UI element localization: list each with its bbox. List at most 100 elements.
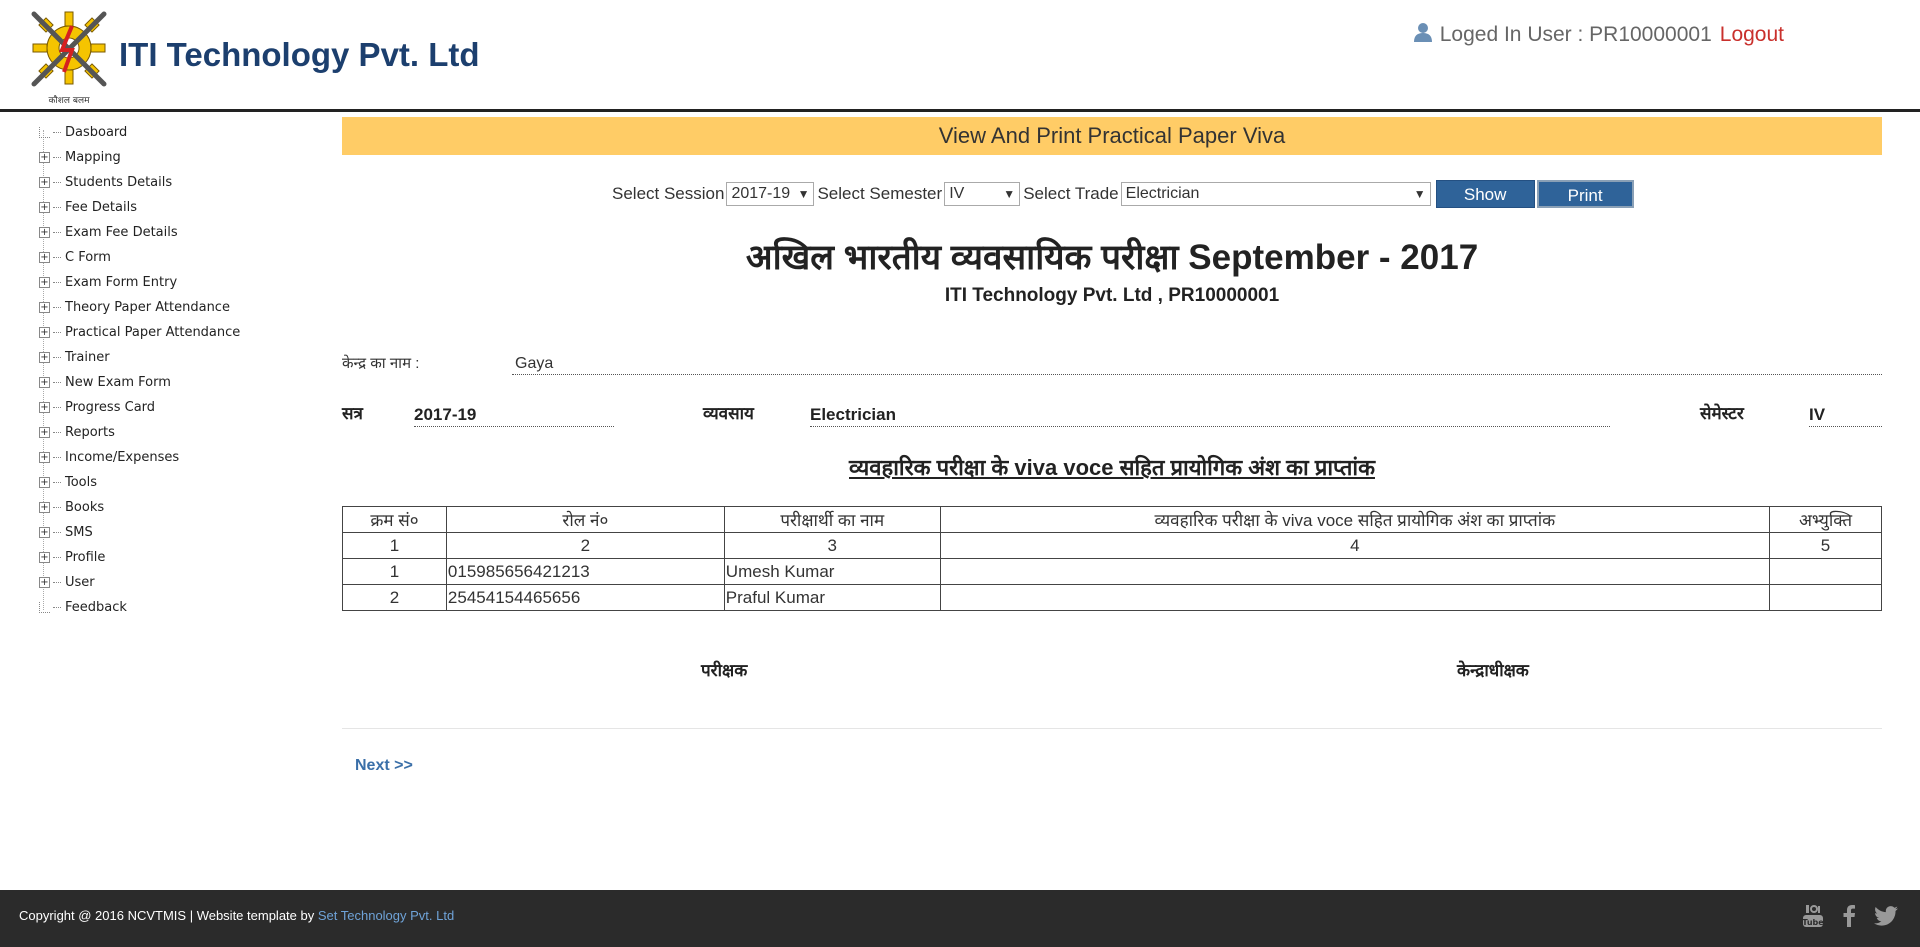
table-cell: 4 xyxy=(939,532,1771,559)
social-links: Tube xyxy=(1802,904,1898,933)
expand-icon[interactable]: + xyxy=(39,202,50,213)
session-select-label: Select Session xyxy=(612,184,725,203)
print-button[interactable]: Print xyxy=(1536,180,1634,208)
semester-select[interactable]: IV ▼ xyxy=(944,182,1021,206)
sidebar-item-exam-form-entry[interactable]: + Exam Form Entry xyxy=(38,270,330,295)
logout-link[interactable]: Logout xyxy=(1720,23,1784,47)
sidebar-item-label: Exam Fee Details xyxy=(65,225,178,240)
trade-select[interactable]: Electrician ▼ xyxy=(1120,182,1431,206)
table-header-row: क्रम सं० रोल नं० परीक्षार्थी का नाम व्यव… xyxy=(342,506,1882,533)
trade-label: व्यवसाय xyxy=(703,404,754,423)
sidebar-item-user[interactable]: + User xyxy=(38,570,330,595)
table-cell xyxy=(1769,584,1882,611)
marks-table: क्रम सं० रोल नं० परीक्षार्थी का नाम व्यव… xyxy=(342,506,1882,611)
table-cell: 5 xyxy=(1769,532,1882,559)
template-link[interactable]: Set Technology Pvt. Ltd xyxy=(318,908,454,923)
sidebar-item-mapping[interactable]: + Mapping xyxy=(38,145,330,170)
table-cell: 2 xyxy=(342,584,447,611)
sidebar-item-c-form[interactable]: + C Form xyxy=(38,245,330,270)
expand-icon[interactable]: + xyxy=(39,302,50,313)
table-row: 1 015985656421213 Umesh Kumar xyxy=(342,558,1882,585)
table-cell: Praful Kumar xyxy=(723,584,941,611)
sidebar-item-books[interactable]: + Books xyxy=(38,495,330,520)
sidebar-item-label: SMS xyxy=(65,525,93,540)
column-header: व्यवहारिक परीक्षा के viva voce सहित प्रा… xyxy=(939,506,1771,533)
expand-icon[interactable]: + xyxy=(39,527,50,538)
sidebar-item-label: New Exam Form xyxy=(65,375,171,390)
next-link[interactable]: Next >> xyxy=(355,757,413,775)
show-button[interactable]: Show xyxy=(1435,180,1535,208)
sidebar-item-sms[interactable]: + SMS xyxy=(38,520,330,545)
expand-icon[interactable]: + xyxy=(39,327,50,338)
sidebar-item-income-expenses[interactable]: + Income/Expenses xyxy=(38,445,330,470)
twitter-icon[interactable] xyxy=(1874,906,1898,931)
logo: कौशल बलम xyxy=(24,6,114,106)
sidebar-item-label: Students Details xyxy=(65,175,173,190)
table-cell: 1 xyxy=(342,532,447,559)
table-cell: Umesh Kumar xyxy=(723,558,941,585)
page-title: View And Print Practical Paper Viva xyxy=(342,117,1882,155)
sidebar-item-exam-fee-details[interactable]: + Exam Fee Details xyxy=(38,220,330,245)
expand-icon[interactable]: + xyxy=(39,452,50,463)
sidebar-item-label: User xyxy=(65,575,95,590)
sidebar-item-label: C Form xyxy=(65,250,111,265)
expand-icon[interactable]: + xyxy=(39,252,50,263)
sidebar-item-label: Fee Details xyxy=(65,200,137,215)
sidebar-item-dashboard[interactable]: Dasboard xyxy=(38,120,330,145)
sidebar-item-label: Income/Expenses xyxy=(65,450,180,465)
expand-icon[interactable]: + xyxy=(39,352,50,363)
section-heading: व्यवहारिक परीक्षा के viva voce सहित प्रा… xyxy=(849,455,1375,480)
session-value: 2017-19 xyxy=(414,405,614,427)
expand-icon[interactable]: + xyxy=(39,427,50,438)
table-cell: 1 xyxy=(342,558,447,585)
expand-icon[interactable]: + xyxy=(39,477,50,488)
expand-icon[interactable]: + xyxy=(39,552,50,563)
sidebar-item-label: Feedback xyxy=(65,600,127,615)
sidebar-item-label: Books xyxy=(65,500,105,515)
expand-icon[interactable]: + xyxy=(39,377,50,388)
sidebar-item-fee-details[interactable]: + Fee Details xyxy=(38,195,330,220)
expand-icon[interactable]: + xyxy=(39,277,50,288)
trade-select-label: Select Trade xyxy=(1023,184,1119,203)
expand-icon[interactable]: + xyxy=(39,227,50,238)
sidebar-item-profile[interactable]: + Profile xyxy=(38,545,330,570)
table-cell: 2 xyxy=(445,532,725,559)
sidebar-item-label: Mapping xyxy=(65,150,121,165)
expand-icon[interactable]: + xyxy=(39,402,50,413)
sidebar-item-feedback[interactable]: Feedback xyxy=(38,595,330,620)
semester-select-value: IV xyxy=(949,185,965,202)
trade-select-value: Electrician xyxy=(1125,185,1200,202)
exam-subtitle: ITI Technology Pvt. Ltd , PR10000001 xyxy=(944,285,1280,306)
expand-icon[interactable]: + xyxy=(39,152,50,163)
logo-text: कौशल बलम xyxy=(49,94,91,106)
sidebar-item-progress-card[interactable]: + Progress Card xyxy=(38,395,330,420)
sidebar-item-trainer[interactable]: + Trainer xyxy=(38,345,330,370)
table-numbering-row: 1 2 3 4 5 xyxy=(342,532,1882,559)
sidebar-item-students-details[interactable]: + Students Details xyxy=(38,170,330,195)
expand-icon[interactable]: + xyxy=(39,502,50,513)
dropdown-arrow-icon: ▼ xyxy=(797,187,810,201)
expand-icon[interactable]: + xyxy=(39,577,50,588)
table-cell xyxy=(939,558,1771,585)
column-header: रोल नं० xyxy=(445,506,725,533)
sidebar-item-tools[interactable]: + Tools xyxy=(38,470,330,495)
column-header: क्रम सं० xyxy=(342,506,447,533)
facebook-icon[interactable] xyxy=(1842,905,1856,932)
centre-label: केन्द्र का नाम : xyxy=(342,355,420,372)
sidebar-item-new-exam-form[interactable]: + New Exam Form xyxy=(38,370,330,395)
sidebar-item-label: Exam Form Entry xyxy=(65,275,178,290)
expand-icon[interactable]: + xyxy=(39,177,50,188)
sidebar-item-label: Dasboard xyxy=(65,125,128,140)
user-icon xyxy=(1413,22,1432,48)
semester-select-label: Select Semester xyxy=(817,184,943,203)
info-row: सत्र 2017-19 व्यवसाय Electrician सेमेस्ट… xyxy=(342,401,1882,429)
youtube-icon[interactable]: Tube xyxy=(1802,904,1824,933)
sidebar-item-practical-paper-attendance[interactable]: + Practical Paper Attendance xyxy=(38,320,330,345)
copyright-text: Copyright @ 2016 NCVTMIS | Website templ… xyxy=(19,908,315,923)
session-label: सत्र xyxy=(342,404,363,423)
sidebar-item-label: Tools xyxy=(65,475,98,490)
session-select[interactable]: 2017-19 ▼ xyxy=(726,182,815,206)
sidebar-item-reports[interactable]: + Reports xyxy=(38,420,330,445)
user-area: Loged In User : PR10000001 Logout xyxy=(1413,22,1784,48)
sidebar-item-theory-paper-attendance[interactable]: + Theory Paper Attendance xyxy=(38,295,330,320)
